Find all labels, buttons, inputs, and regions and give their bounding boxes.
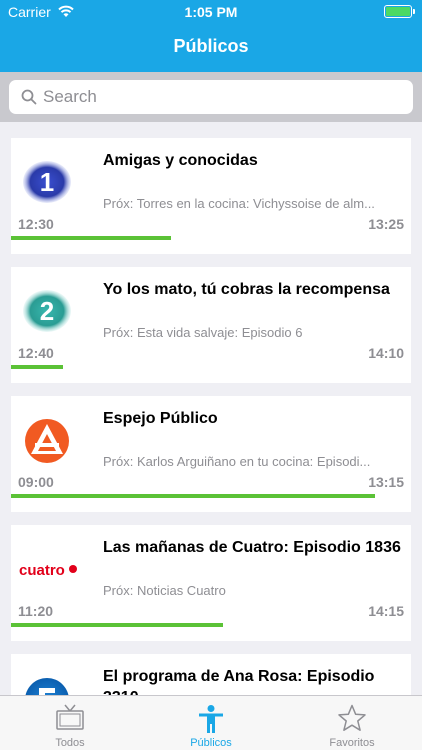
clock: 1:05 PM <box>184 4 238 20</box>
program-card[interactable]: 1 Amigas y conocidas Próx: Torres en la … <box>11 138 411 254</box>
search-field[interactable] <box>9 80 413 114</box>
star-icon <box>338 704 366 731</box>
tab-favoritos[interactable]: Favoritos <box>282 696 422 750</box>
program-card[interactable]: 2 Yo los mato, tú cobras la recompensa P… <box>11 267 411 383</box>
end-time: 14:10 <box>368 345 404 361</box>
progress-bar <box>11 365 63 369</box>
telecinco-logo-icon <box>25 678 69 695</box>
page-title: Públicos <box>173 36 249 56</box>
end-time: 14:15 <box>368 603 404 619</box>
end-time: 13:15 <box>368 474 404 490</box>
program-title: Las mañanas de Cuatro: Episodio 1836 <box>103 539 401 556</box>
program-card[interactable]: Espejo Público Próx: Karlos Arguiñano en… <box>11 396 411 512</box>
la1-logo-icon: 1 <box>23 161 71 203</box>
tv-icon <box>56 704 84 730</box>
search-icon <box>21 89 37 105</box>
start-time: 11:20 <box>18 603 54 619</box>
program-card[interactable]: cuatro Las mañanas de Cuatro: Episodio 1… <box>11 525 411 641</box>
tab-label: Públicos <box>190 737 232 749</box>
program-list[interactable]: 1 Amigas y conocidas Próx: Torres en la … <box>0 122 422 695</box>
end-time: 13:25 <box>368 216 404 232</box>
la1-logo-text: 1 <box>40 167 54 197</box>
person-icon <box>199 705 223 733</box>
la2-logo-icon: 2 <box>23 290 71 332</box>
tab-label: Favoritos <box>329 737 375 749</box>
program-title: Amigas y conocidas <box>103 152 258 169</box>
tab-bar: Todos Públicos Favoritos <box>0 695 422 750</box>
tab-label: Todos <box>55 737 85 749</box>
next-program: Próx: Torres en la cocina: Vichyssoise d… <box>103 196 375 211</box>
progress-bar <box>11 623 223 627</box>
start-time: 12:40 <box>18 345 54 361</box>
search-bar <box>0 72 422 122</box>
tab-publicos[interactable]: Públicos <box>141 696 281 750</box>
next-program: Próx: Noticias Cuatro <box>103 583 226 598</box>
start-time: 09:00 <box>18 474 54 490</box>
next-program: Próx: Karlos Arguiñano en tu cocina: Epi… <box>103 454 371 469</box>
program-card[interactable]: El programa de Ana Rosa: Episodio 3310 <box>11 654 411 695</box>
progress-bar <box>11 494 375 498</box>
cuatro-logo-icon: cuatro <box>19 562 77 579</box>
start-time: 12:30 <box>18 216 54 232</box>
search-input[interactable] <box>43 84 403 110</box>
navigation-bar: Carrier 1:05 PM Públicos <box>0 0 422 72</box>
la2-logo-text: 2 <box>40 296 54 326</box>
progress-bar <box>11 236 171 240</box>
status-bar: Carrier 1:05 PM <box>0 0 422 22</box>
program-title: Espejo Público <box>103 410 218 427</box>
battery-icon <box>384 5 415 18</box>
cuatro-logo-text: cuatro <box>19 562 65 579</box>
program-title: Yo los mato, tú cobras la recompensa <box>103 281 390 298</box>
tab-todos[interactable]: Todos <box>0 696 140 750</box>
next-program: Próx: Esta vida salvaje: Episodio 6 <box>103 325 303 340</box>
antena3-logo-icon <box>25 419 69 463</box>
program-title: El programa de Ana Rosa: Episodio 3310 <box>103 668 375 695</box>
